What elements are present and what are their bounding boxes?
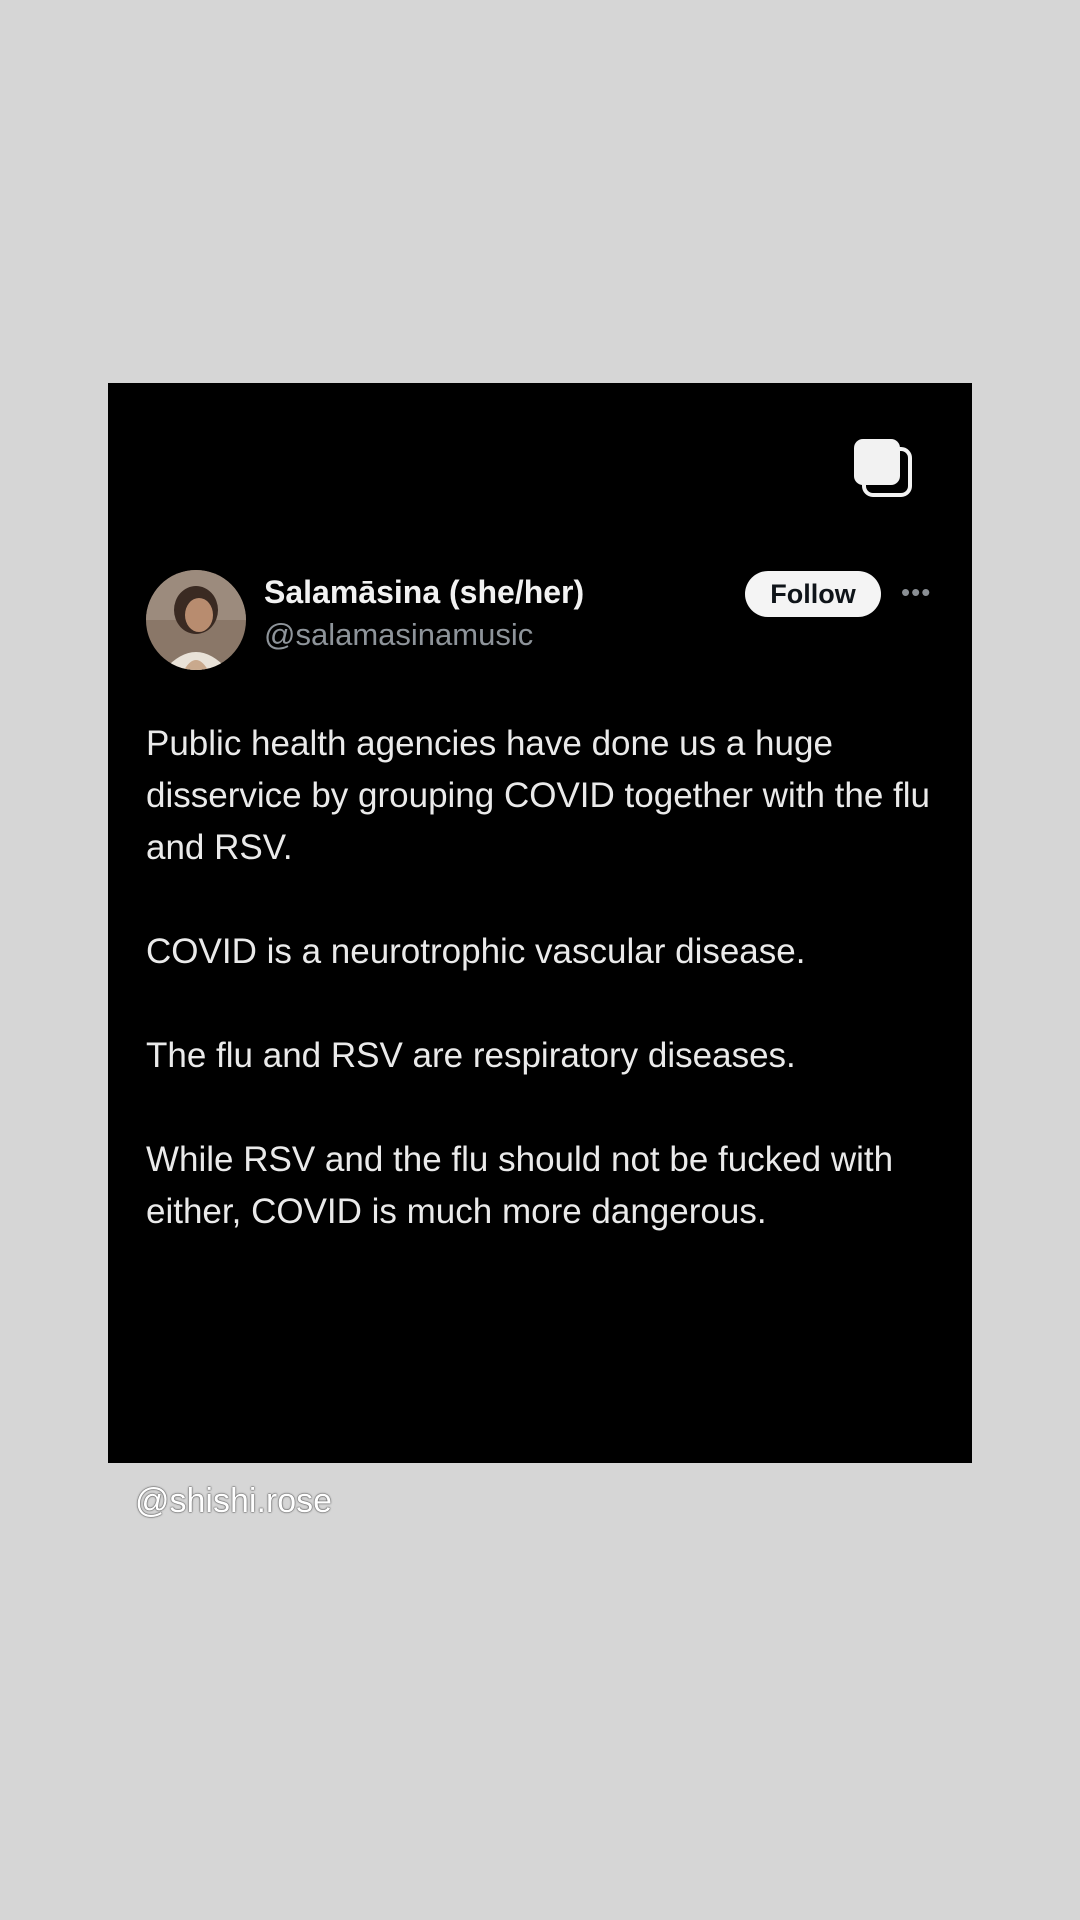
avatar[interactable] — [146, 570, 246, 670]
post-paragraph: While RSV and the flu should not be fuck… — [146, 1140, 894, 1231]
post-paragraph: COVID is a neurotrophic vascular disease… — [146, 932, 806, 971]
multiple-posts-icon[interactable] — [850, 435, 918, 503]
display-name[interactable]: Salamāsina (she/her) — [264, 574, 584, 611]
more-icon[interactable]: ••• — [901, 579, 931, 605]
post-text: Public health agencies have done us a hu… — [146, 718, 946, 1290]
post-paragraph: The flu and RSV are respiratory diseases… — [146, 1036, 796, 1075]
post-card: Salamāsina (she/her) @salamasinamusic Fo… — [108, 383, 972, 1463]
watermark-username: @shishi.rose — [135, 1482, 333, 1520]
follow-button[interactable]: Follow — [745, 571, 881, 617]
user-handle[interactable]: @salamasinamusic — [264, 617, 533, 653]
post-paragraph: Public health agencies have done us a hu… — [146, 724, 930, 867]
